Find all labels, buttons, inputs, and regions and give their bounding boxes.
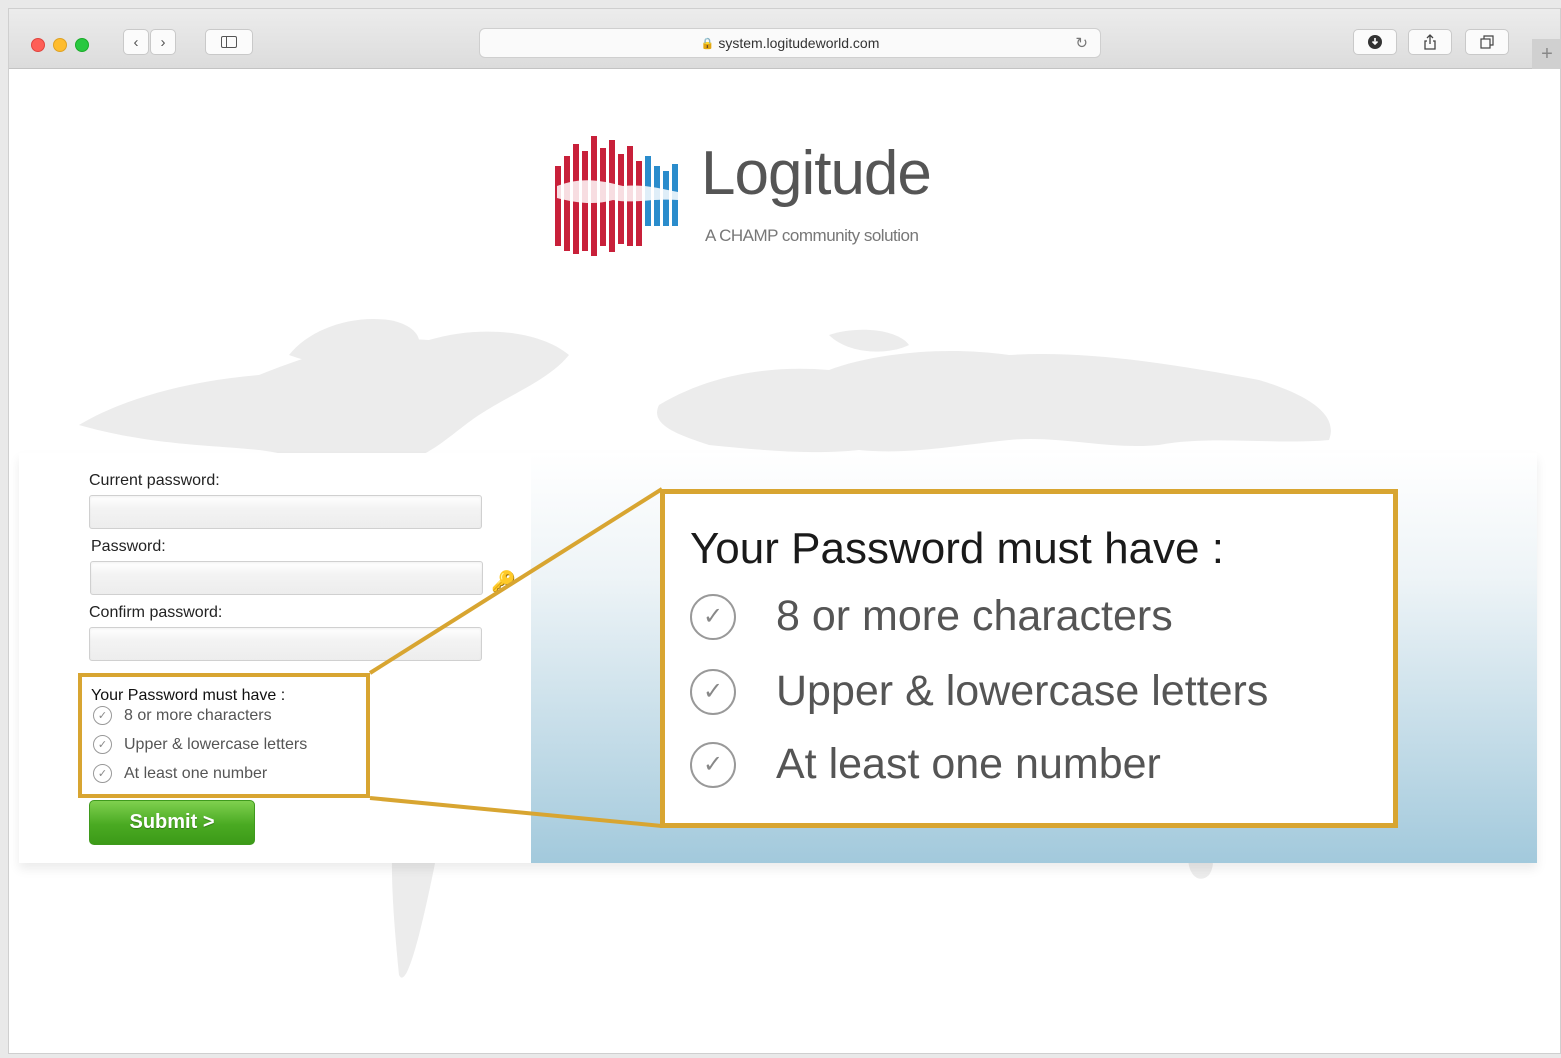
zoom-requirements-title: Your Password must have : (690, 524, 1224, 573)
zoom-requirement-text: Upper & lowercase letters (776, 667, 1269, 715)
close-window-button[interactable] (31, 38, 45, 52)
minimize-window-button[interactable] (53, 38, 67, 52)
brand-tagline: A CHAMP community solution (705, 226, 919, 245)
requirements-zoom-callout: Your Password must have : ✓ 8 or more ch… (660, 489, 1398, 828)
zoom-requirement-item: ✓ Upper & lowercase letters (690, 667, 1268, 716)
new-tab-button[interactable]: + (1532, 39, 1560, 69)
logo: Logitude A CHAMP community solution (543, 126, 953, 256)
page-content: Logitude A CHAMP community solution Curr… (9, 70, 1560, 1053)
back-button[interactable]: ‹ (123, 29, 149, 55)
zoom-requirement-item: ✓ At least one number (690, 740, 1161, 789)
current-password-label: Current password: (89, 472, 220, 489)
brand-name: Logitude (701, 139, 932, 208)
requirements-highlight-box (78, 673, 370, 798)
current-password-input[interactable] (89, 495, 482, 529)
lock-icon: 🔒 (700, 37, 715, 50)
back-icon: ‹ (133, 33, 139, 51)
sidebar-icon (221, 36, 237, 48)
address-bar[interactable]: 🔒 system.logitudeworld.com ↻ (479, 28, 1101, 58)
browser-toolbar: ‹ › 🔒 system.logitudeworld.com ↻ + (9, 9, 1560, 69)
submit-button[interactable]: Submit > (89, 800, 255, 845)
tabs-icon (1480, 35, 1494, 49)
share-icon (1424, 34, 1436, 50)
logo-mark-icon (555, 136, 678, 256)
zoom-requirement-text: At least one number (776, 740, 1161, 788)
check-circle-icon: ✓ (690, 741, 736, 788)
zoom-window-button[interactable] (75, 38, 89, 52)
url-text: system.logitudeworld.com (718, 35, 880, 51)
share-button[interactable] (1408, 29, 1452, 55)
key-icon[interactable]: 🔑 (491, 569, 516, 594)
check-circle-icon: ✓ (690, 593, 736, 640)
sidebar-toggle-button[interactable] (205, 29, 253, 55)
password-label: Password: (91, 538, 166, 555)
confirm-password-input[interactable] (89, 627, 482, 661)
zoom-requirement-item: ✓ 8 or more characters (690, 592, 1173, 641)
confirm-password-label: Confirm password: (89, 604, 223, 621)
reload-icon[interactable]: ↻ (1075, 34, 1088, 52)
check-circle-icon: ✓ (690, 668, 736, 715)
zoom-requirement-text: 8 or more characters (776, 592, 1173, 640)
plus-icon: + (1541, 42, 1553, 65)
tabs-overview-button[interactable] (1465, 29, 1509, 55)
downloads-button[interactable] (1353, 29, 1397, 55)
browser-window: ‹ › 🔒 system.logitudeworld.com ↻ + Logit… (8, 8, 1561, 1054)
download-icon (1368, 35, 1382, 49)
forward-icon: › (160, 33, 166, 51)
forward-button[interactable]: › (150, 29, 176, 55)
password-input[interactable] (90, 561, 483, 595)
